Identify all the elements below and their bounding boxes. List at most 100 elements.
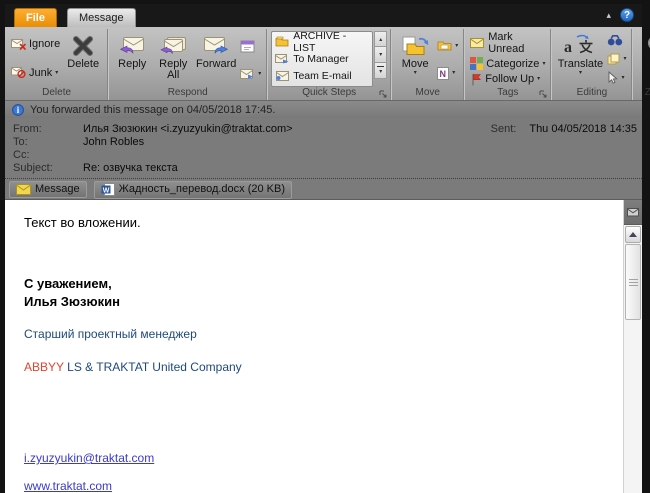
forward-info-bar: i You forwarded this message on 04/05/20… xyxy=(5,101,642,118)
related-icon xyxy=(607,53,620,65)
sent-block: Sent: Thu 04/05/2018 14:35 xyxy=(491,123,642,136)
word-document-icon: W xyxy=(101,183,115,196)
categorize-button[interactable]: Categorize ▾ xyxy=(468,56,547,71)
more-respond-caret: ▾ xyxy=(258,71,261,77)
reply-all-button[interactable]: Reply All xyxy=(152,30,194,87)
company-rest: LS & TRAKTAT United Company xyxy=(64,360,242,374)
quickstep-archive-list[interactable]: ARCHIVE - LIST xyxy=(275,34,369,49)
translate-button[interactable]: a Translate ▾ xyxy=(555,30,605,87)
signature-website-link[interactable]: www.traktat.com xyxy=(24,479,112,493)
message-view-tab[interactable]: Message xyxy=(9,181,87,198)
mark-unread-icon xyxy=(470,38,485,48)
mark-unread-button[interactable]: Mark Unread xyxy=(468,30,547,56)
follow-up-flag-icon xyxy=(470,73,482,86)
ribbon-group-delete: Ignore Junk ▾ Delete xyxy=(6,29,107,100)
scrollbar-thumb[interactable] xyxy=(625,244,641,320)
vertical-scrollbar xyxy=(623,200,642,493)
meeting-button[interactable] xyxy=(238,38,263,54)
reply-icon xyxy=(119,32,145,59)
select-cursor-icon xyxy=(607,71,618,84)
attachment-file-tab[interactable]: W Жадность_перевод.docx (20 KB) xyxy=(94,181,292,199)
group-label-respond: Respond xyxy=(112,87,263,100)
quickstep-team-email[interactable]: Team E-mail xyxy=(275,69,369,84)
ignore-button[interactable]: Ignore xyxy=(9,37,62,52)
subject-label: Subject: xyxy=(5,162,83,175)
junk-dropdown-caret: ▾ xyxy=(55,70,58,76)
quicksteps-dialog-launcher-icon[interactable] xyxy=(379,90,387,98)
message-header: From: Илья Зюзюкин <i.zyuzyukin@traktat.… xyxy=(5,118,642,178)
junk-button[interactable]: Junk ▾ xyxy=(9,65,62,80)
minimize-ribbon-icon[interactable]: ▴ xyxy=(606,11,611,20)
forward-icon xyxy=(203,32,229,59)
from-label: From: xyxy=(5,123,83,136)
onenote-caret: ▾ xyxy=(452,70,455,76)
zoom-button[interactable]: Zoom xyxy=(636,30,650,87)
company-brand: ABBYY xyxy=(24,360,64,374)
ribbon-group-zoom: Zoom Zoom xyxy=(633,29,650,100)
onenote-button[interactable]: N ▾ xyxy=(435,66,460,81)
forward-button[interactable]: Forward xyxy=(194,30,238,87)
move-dropdown-caret: ▾ xyxy=(414,70,417,76)
message-envelope-icon xyxy=(16,184,31,195)
scrollbar-up-arrow[interactable] xyxy=(625,226,641,243)
to-label: To: xyxy=(5,136,83,149)
sent-value: Thu 04/05/2018 14:35 xyxy=(529,123,637,136)
body-intro-line: Текст во вложении. xyxy=(24,214,613,231)
follow-up-button[interactable]: Follow Up ▾ xyxy=(468,72,547,87)
find-button[interactable] xyxy=(605,32,628,47)
junk-icon xyxy=(11,67,26,78)
group-label-move: Move xyxy=(395,87,460,100)
to-row: To: John Robles xyxy=(5,136,642,149)
delete-icon xyxy=(71,32,95,59)
ribbon-group-quicksteps: ARCHIVE - LIST To Manager Team E-mail ▴ xyxy=(268,29,390,100)
categorize-caret: ▾ xyxy=(542,61,545,67)
related-caret: ▾ xyxy=(623,56,626,62)
svg-text:a: a xyxy=(564,39,572,56)
meeting-icon xyxy=(240,39,255,53)
ribbon-group-move: Move ▾ ▾ N ▾ Move xyxy=(392,29,463,100)
categorize-icon xyxy=(470,57,483,70)
ribbon-group-tags: Mark Unread Categorize ▾ Follow Up ▾ xyxy=(465,29,550,100)
ignore-icon xyxy=(11,39,26,50)
select-caret: ▾ xyxy=(621,75,624,81)
scrollbar-top-button[interactable] xyxy=(624,200,642,225)
tags-dialog-launcher-icon[interactable] xyxy=(539,90,547,98)
move-icon xyxy=(401,32,429,59)
translate-caret: ▾ xyxy=(579,70,582,76)
rules-icon xyxy=(437,40,452,51)
select-button[interactable]: ▾ xyxy=(605,70,628,85)
message-body-text[interactable]: Текст во вложении. С уважением, Илья Зюз… xyxy=(5,200,623,493)
follow-up-caret: ▾ xyxy=(537,76,540,82)
gallery-scroll-down[interactable]: ▾ xyxy=(374,47,387,63)
tab-file[interactable]: File xyxy=(14,8,57,27)
more-respond-icon xyxy=(240,69,255,79)
forward-info-text: You forwarded this message on 04/05/2018… xyxy=(30,104,275,116)
from-value: Илья Зюзюкин <i.zyuzyukin@traktat.com> xyxy=(83,123,293,136)
signature-company-line: ABBYY LS & TRAKTAT United Company xyxy=(24,359,613,376)
attachment-bar: Message W Жадность_перевод.docx (20 KB) xyxy=(5,178,642,199)
ribbon: Ignore Junk ▾ Delete xyxy=(5,27,642,101)
related-button[interactable]: ▾ xyxy=(605,51,628,66)
group-label-quicksteps: Quick Steps xyxy=(271,87,387,100)
move-button[interactable]: Move ▾ xyxy=(395,30,435,87)
signature-email-link[interactable]: i.zyuzyukin@traktat.com xyxy=(24,451,154,465)
quick-steps-gallery: ARCHIVE - LIST To Manager Team E-mail xyxy=(271,31,373,87)
message-body: Текст во вложении. С уважением, Илья Зюз… xyxy=(5,199,642,493)
gallery-scroll-buttons: ▴ ▾ ▾ xyxy=(374,31,387,87)
translate-icon: a xyxy=(564,32,596,59)
ribbon-group-editing: a Translate ▾ xyxy=(552,29,631,100)
help-icon[interactable]: ? xyxy=(620,8,634,22)
delete-button[interactable]: Delete xyxy=(62,30,104,87)
tab-message[interactable]: Message xyxy=(67,8,136,27)
more-respond-button[interactable]: ▾ xyxy=(238,66,263,81)
svg-text:W: W xyxy=(102,187,109,194)
scrollbar-top-icon xyxy=(627,207,639,217)
gallery-scroll-up[interactable]: ▴ xyxy=(374,31,387,47)
zoom-magnifier-icon xyxy=(646,32,650,59)
cc-row: Cc: xyxy=(5,149,642,162)
rules-button[interactable]: ▾ xyxy=(435,38,460,53)
from-row: From: Илья Зюзюкин <i.zyuzyukin@traktat.… xyxy=(5,123,642,136)
quickstep-to-manager[interactable]: To Manager xyxy=(275,51,369,66)
reply-button[interactable]: Reply xyxy=(112,30,152,87)
gallery-more-button[interactable]: ▾ xyxy=(374,63,387,79)
